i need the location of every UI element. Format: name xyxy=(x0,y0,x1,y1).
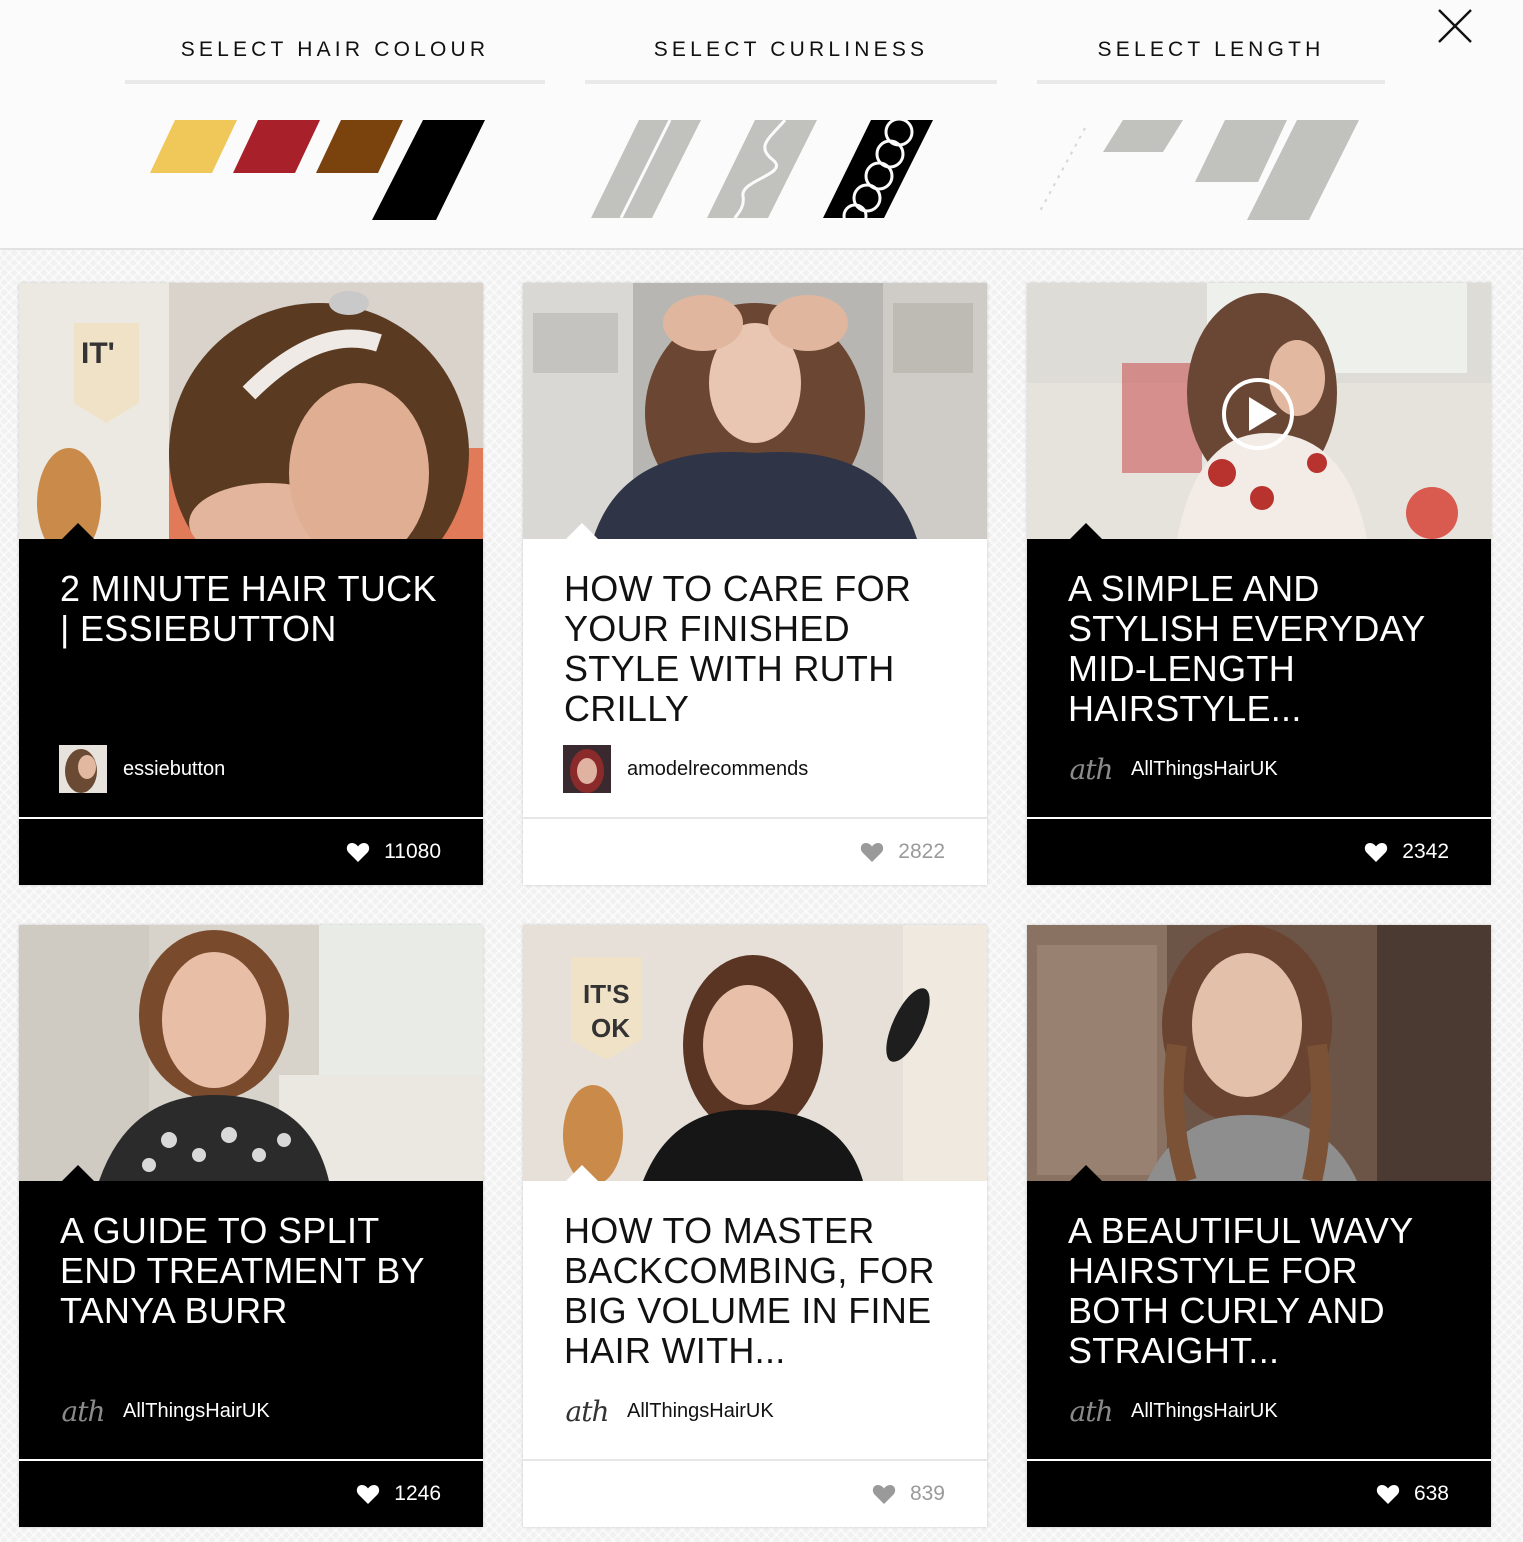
avatar xyxy=(563,745,611,793)
card-notch xyxy=(565,523,599,540)
author-name: AllThingsHairUK xyxy=(627,1399,774,1422)
author-name: amodelrecommends xyxy=(627,757,809,780)
likes-count: 1246 xyxy=(394,1482,441,1505)
length-title: SELECT LENGTH xyxy=(1097,38,1325,61)
video-card[interactable]: A SIMPLE AND STYLISH EVERYDAY MID-LENGTH… xyxy=(1027,283,1491,885)
card-thumbnail[interactable] xyxy=(1027,283,1491,539)
divider xyxy=(1037,80,1385,84)
divider xyxy=(19,817,483,819)
length-filter: SELECT LENGTH xyxy=(1037,38,1385,220)
author-name: AllThingsHairUK xyxy=(123,1399,270,1422)
card-notch xyxy=(1069,523,1103,540)
hair-colour-filter: SELECT HAIR COLOUR xyxy=(125,38,545,220)
divider xyxy=(523,817,987,819)
video-card[interactable]: A BEAUTIFUL WAVY HAIRSTYLE FOR BOTH CURL… xyxy=(1027,925,1491,1527)
video-card[interactable]: A GUIDE TO SPLIT END TREATMENT BY TANYA … xyxy=(19,925,483,1527)
card-author[interactable]: amodelrecommends xyxy=(563,745,808,793)
svg-text:OK: OK xyxy=(591,1013,630,1043)
card-thumbnail[interactable] xyxy=(19,925,483,1181)
likes-count: 2342 xyxy=(1402,840,1449,863)
card-thumbnail[interactable]: IT'S OK xyxy=(523,925,987,1181)
curliness-options xyxy=(591,118,933,228)
card-author[interactable]: essiebutton xyxy=(59,745,225,793)
swatch-blonde[interactable] xyxy=(150,120,237,173)
curliness-filter: SELECT CURLINESS xyxy=(585,38,997,228)
likes-count: 2822 xyxy=(898,840,945,863)
swatch-brown[interactable] xyxy=(316,120,403,173)
card-thumbnail[interactable] xyxy=(1027,925,1491,1181)
card-notch xyxy=(61,1165,95,1182)
card-title[interactable]: HOW TO CARE FOR YOUR FINISHED STYLE WITH… xyxy=(564,569,954,729)
hair-colour-swatches xyxy=(150,120,485,220)
likes[interactable]: 2822 xyxy=(860,839,945,865)
heart-icon xyxy=(1376,1485,1400,1504)
length-short[interactable] xyxy=(1103,120,1183,152)
likes-count: 11080 xyxy=(384,840,441,863)
author-name: AllThingsHairUK xyxy=(1131,1399,1278,1422)
heart-icon xyxy=(346,843,370,862)
divider xyxy=(1027,817,1491,819)
likes[interactable]: 11080 xyxy=(346,839,441,865)
likes[interactable]: 1246 xyxy=(356,1481,441,1507)
card-author[interactable]: ath AllThingsHairUK xyxy=(1067,1387,1278,1435)
ath-logo: ath xyxy=(61,1394,106,1428)
card-notch xyxy=(1069,1165,1103,1182)
avatar xyxy=(59,745,107,793)
card-thumbnail[interactable]: IT' xyxy=(19,283,483,539)
card-title[interactable]: A GUIDE TO SPLIT END TREATMENT BY TANYA … xyxy=(60,1211,450,1331)
card-title[interactable]: A BEAUTIFUL WAVY HAIRSTYLE FOR BOTH CURL… xyxy=(1068,1211,1458,1371)
svg-text:IT'S: IT'S xyxy=(583,979,630,1009)
author-name: AllThingsHairUK xyxy=(1131,757,1278,780)
card-author[interactable]: ath AllThingsHairUK xyxy=(1067,745,1278,793)
video-card[interactable]: HOW TO CARE FOR YOUR FINISHED STYLE WITH… xyxy=(523,283,987,885)
hair-colour-title: SELECT HAIR COLOUR xyxy=(180,38,490,61)
likes-count: 638 xyxy=(1413,1482,1449,1505)
video-card[interactable]: IT' 2 MINUTE HAIR TUCK | ESSIEBUTTON ess… xyxy=(19,283,483,885)
likes[interactable]: 638 xyxy=(1376,1481,1449,1507)
ath-logo: ath xyxy=(565,1394,610,1428)
card-title[interactable]: HOW TO MASTER BACKCOMBING, FOR BIG VOLUM… xyxy=(564,1211,954,1371)
video-card[interactable]: IT'S OK HOW TO MASTER BACKCOMBING, FOR B… xyxy=(523,925,987,1527)
heart-icon xyxy=(1365,843,1388,862)
card-title[interactable]: A SIMPLE AND STYLISH EVERYDAY MID-LENGTH… xyxy=(1068,569,1458,729)
card-title[interactable]: 2 MINUTE HAIR TUCK | ESSIEBUTTON xyxy=(60,569,450,649)
swatch-red[interactable] xyxy=(233,120,320,173)
curliness-title: SELECT CURLINESS xyxy=(653,38,929,61)
ath-logo: ath xyxy=(1069,752,1114,786)
card-author[interactable]: ath AllThingsHairUK xyxy=(59,1387,270,1435)
divider xyxy=(1027,1459,1491,1461)
heart-icon xyxy=(872,1485,896,1504)
divider xyxy=(585,80,997,84)
author-name: essiebutton xyxy=(123,757,226,780)
heart-icon xyxy=(357,1485,380,1504)
curliness-wavy[interactable] xyxy=(707,119,817,219)
ath-logo: ath xyxy=(1069,1394,1114,1428)
curliness-straight[interactable] xyxy=(591,119,701,219)
card-notch xyxy=(565,1165,599,1182)
card-thumbnail[interactable] xyxy=(523,283,987,539)
close-icon[interactable] xyxy=(1437,8,1473,44)
likes-count: 839 xyxy=(909,1482,945,1505)
length-options xyxy=(1038,120,1359,220)
likes[interactable]: 2342 xyxy=(1364,839,1449,865)
filter-bar: SELECT HAIR COLOUR SELECT CURLINESS SELE… xyxy=(0,0,1523,250)
divider xyxy=(125,80,545,84)
divider xyxy=(19,1459,483,1461)
divider xyxy=(523,1459,987,1461)
curliness-curly[interactable] xyxy=(823,118,933,228)
card-notch xyxy=(61,523,95,540)
svg-text:IT': IT' xyxy=(81,337,115,370)
heart-icon xyxy=(861,843,884,862)
card-author[interactable]: ath AllThingsHairUK xyxy=(563,1387,774,1435)
likes[interactable]: 839 xyxy=(872,1481,945,1507)
